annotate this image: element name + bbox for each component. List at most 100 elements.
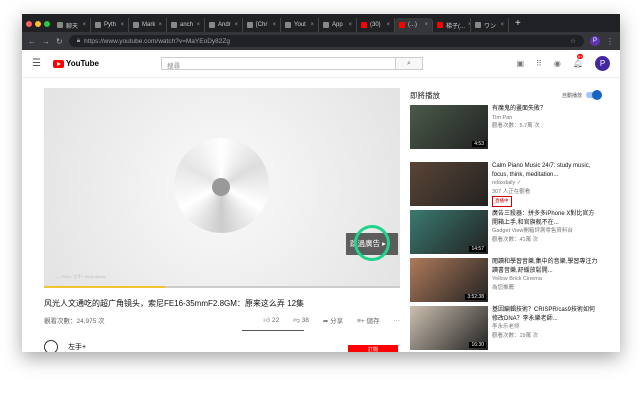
notifications-icon[interactable]: 🔔︎ 9+ (573, 54, 584, 68)
back-icon[interactable]: ← (28, 37, 36, 46)
apps-icon[interactable]: ⠿ (536, 59, 542, 68)
search-button[interactable]: ⌕ (396, 57, 423, 70)
save-button[interactable]: ≡+ 儲存 (357, 315, 379, 325)
tab-close-icon[interactable]: × (310, 22, 314, 28)
forward-icon[interactable]: → (42, 37, 50, 46)
browser-tab[interactable]: App × (319, 18, 357, 32)
more-button[interactable]: ··· (394, 317, 401, 324)
recommended-video[interactable]: 14:57 廣告三殺器：拼多多iPhone X對比官方開箱上手,和官旗舰不在..… (410, 210, 600, 255)
tab-close-icon[interactable]: × (120, 22, 124, 28)
tab-favicon-icon (399, 22, 405, 28)
browser-tab[interactable]: Andr × (205, 18, 243, 32)
recommended-channel: 李永乐老师 (492, 324, 520, 330)
subscribe-button[interactable]: 訂閱 (348, 345, 398, 352)
product-center (212, 178, 230, 196)
tab-label: (...) (408, 22, 417, 28)
tab-close-icon[interactable]: × (82, 22, 86, 28)
tab-favicon-icon (361, 22, 367, 28)
dislike-button[interactable]: 👎︎ 38 (293, 316, 309, 324)
video-thumbnail[interactable]: 16:30 (410, 306, 488, 350)
user-avatar[interactable]: P (595, 56, 610, 71)
recommended-title[interactable]: Calm Piano Music 24/7: study music, focu… (492, 162, 600, 179)
star-icon[interactable]: ☆ (570, 37, 576, 45)
browser-tab[interactable]: (30) × (357, 18, 395, 32)
channel-name[interactable]: 左手+ (68, 342, 86, 352)
recommended-meta: 觀看次數：19萬 次 (492, 332, 539, 339)
tab-close-icon[interactable]: × (234, 22, 238, 28)
video-thumbnail[interactable] (410, 162, 488, 206)
like-button[interactable]: 👍︎ 22 (263, 316, 279, 324)
recommended-video[interactable]: 16:30 基因編輯技術？CRISPR/cas9技術如何修改DNA？李永樂老師.… (410, 306, 600, 351)
url-input[interactable]: 🔒︎ https://www.youtube.com/watch?v=MaYEoD… (68, 35, 584, 47)
browser-tab[interactable]: [Chr × (243, 18, 281, 32)
window-controls[interactable] (26, 14, 53, 32)
highlight-circle (354, 225, 390, 261)
recommended-video[interactable]: Calm Piano Music 24/7: study music, focu… (410, 162, 600, 207)
view-count: 觀看次數：24,975 次 (44, 318, 105, 325)
tab-favicon-icon (285, 22, 291, 28)
tab-close-icon[interactable]: × (500, 22, 504, 28)
video-thumbnail[interactable]: 14:57 (410, 210, 488, 254)
duration-badge: 16:30 (469, 342, 486, 348)
live-badge: 直播中 (492, 196, 512, 207)
tab-favicon-icon (133, 22, 139, 28)
tab-label: Pyth (104, 22, 117, 28)
youtube-header: ☰ YouTube 搜尋 ⌕ ▣ ⠿ ◉ 🔔︎ 9+ P (22, 50, 620, 78)
browser-tab[interactable]: anch × (167, 18, 205, 32)
tab-label: Yout (294, 22, 306, 28)
channel-avatar[interactable] (44, 340, 58, 352)
recommended-title[interactable]: 有魔鬼的畫面失敗？ (492, 105, 546, 114)
recommended-title[interactable]: 基因編輯技術？CRISPR/cas9技術如何修改DNA？李永樂老師... (492, 306, 600, 323)
hamburger-icon[interactable]: ☰ (32, 58, 41, 69)
menu-icon[interactable]: ⋮ (606, 37, 614, 46)
video-thumbnail[interactable]: 3:52:38 (410, 258, 488, 302)
tab-label: 梯子(... (446, 23, 465, 30)
browser-tab[interactable]: ワン × (471, 18, 509, 32)
tab-label: Andr (218, 22, 231, 28)
recommended-meta: 觀看次數：41萬 次 (492, 236, 539, 243)
notification-badge: 9+ (576, 54, 584, 59)
share-label: 分享 (330, 318, 344, 325)
browser-tab[interactable]: Pyth × (91, 18, 129, 32)
browser-tab[interactable]: Yout × (281, 18, 319, 32)
recommended-title[interactable]: 廣告三殺器：拼多多iPhone X對比官方開箱上手,和官旗舰不在... (492, 210, 600, 227)
tab-favicon-icon (57, 22, 63, 28)
new-tab-button[interactable]: + (515, 18, 521, 29)
duration-badge: 4:53 (472, 141, 486, 147)
autoplay-toggle[interactable] (586, 90, 602, 100)
browser-tab[interactable]: Mark × (129, 18, 167, 32)
tab-close-icon[interactable]: × (272, 22, 276, 28)
tab-close-icon[interactable]: × (196, 22, 200, 28)
browser-tab[interactable]: (...) × (395, 18, 433, 32)
create-video-icon[interactable]: ▣ (516, 59, 524, 68)
video-thumbnail[interactable]: 4:53 (410, 105, 488, 149)
recommended-meta: 307 人正在觀看 (492, 188, 531, 195)
recommended-title[interactable]: 閱讀和學習音樂,集中的音樂,學習專注力讀書音樂,舒緩放鬆開... (492, 258, 600, 275)
tab-close-icon[interactable]: × (158, 22, 162, 28)
address-bar: ← → ↻ 🔒︎ https://www.youtube.com/watch?v=Ma… (22, 32, 620, 50)
recommended-channel: Yellow Brick Cinema (492, 276, 542, 282)
dislike-count: 38 (301, 317, 309, 324)
tab-favicon-icon (437, 22, 443, 28)
browser-tab[interactable]: 梯子(...× (433, 18, 471, 32)
tab-favicon-icon (323, 22, 329, 28)
recommended-video[interactable]: 4:53 有魔鬼的畫面失敗？ Tim Pan 觀看次數：5.7萬 次 (410, 105, 600, 150)
duration-badge: 3:52:38 (465, 294, 486, 300)
profile-avatar[interactable]: P (590, 36, 600, 46)
messages-icon[interactable]: ◉ (554, 59, 561, 68)
youtube-logo[interactable]: YouTube (52, 59, 99, 68)
tab-close-icon[interactable]: × (424, 22, 428, 28)
tab-close-icon[interactable]: × (386, 22, 390, 28)
browser-window: 聊天 × Pyth × Mark × anch × Andr × [Chr × Yout × App × (30… (22, 14, 620, 352)
browser-tab[interactable]: 聊天 × (53, 18, 91, 32)
share-button[interactable]: ➦ 分享 (323, 315, 343, 325)
video-progress-bar[interactable] (44, 286, 400, 288)
reload-icon[interactable]: ↻ (56, 37, 63, 46)
tab-label: ワン (484, 23, 497, 30)
tab-close-icon[interactable]: × (348, 22, 352, 28)
video-player[interactable]: — 2019 / 左手+ Sony Alpha 跳過廣告 ▸ (44, 88, 400, 288)
tab-favicon-icon (209, 22, 215, 28)
tab-label: (30) (370, 22, 381, 28)
recommended-video[interactable]: 3:52:38 閱讀和學習音樂,集中的音樂,學習專注力讀書音樂,舒緩放鬆開...… (410, 258, 600, 303)
search-input[interactable]: 搜尋 (161, 57, 396, 70)
